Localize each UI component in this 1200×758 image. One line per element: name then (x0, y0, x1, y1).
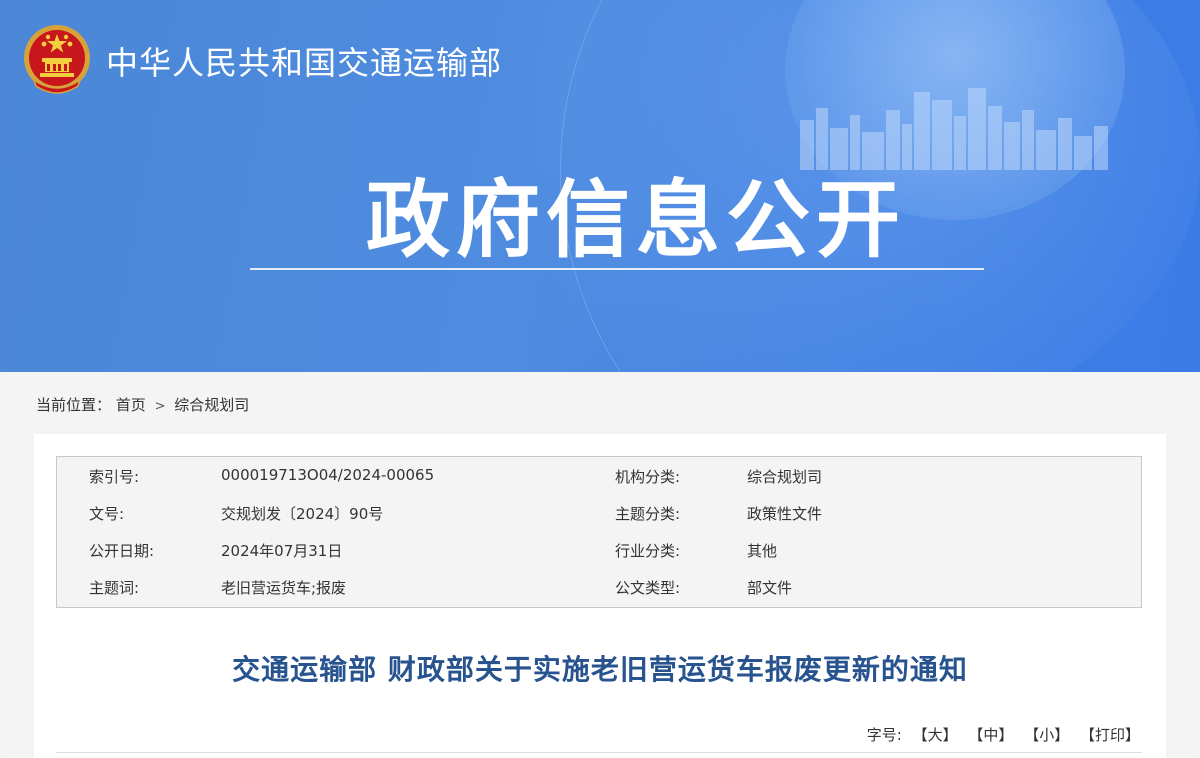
metadata-table: 索引号: 000019713O04/2024-00065 机构分类: 综合规划司… (56, 456, 1142, 608)
meta-value: 其他 (747, 542, 778, 560)
meta-value: 老旧营运货车;报废 (221, 579, 347, 597)
content-divider (56, 752, 1142, 753)
meta-value: 000019713O04/2024-00065 (221, 466, 435, 484)
meta-key: 文号: (89, 505, 125, 523)
metadata-row: 文号: 交规划发〔2024〕90号 主题分类: 政策性文件 (57, 494, 1141, 530)
meta-key: 公文类型: (615, 579, 681, 597)
city-skyline-icon (800, 88, 1108, 170)
article-card: 索引号: 000019713O04/2024-00065 机构分类: 综合规划司… (34, 434, 1166, 758)
meta-value: 2024年07月31日 (221, 542, 343, 560)
font-size-medium-button[interactable]: 【中】 (968, 726, 1013, 744)
meta-key: 索引号: (89, 468, 140, 486)
hero-underline (250, 268, 984, 270)
meta-value: 部文件 (747, 579, 793, 597)
breadcrumb-label: 当前位置： (36, 396, 112, 414)
font-size-controls: 字号: 【大】 【中】 【小】 【打印】 (867, 724, 1140, 745)
meta-value: 交规划发〔2024〕90号 (221, 505, 384, 523)
font-size-label: 字号: (866, 726, 902, 744)
meta-value: 综合规划司 (747, 468, 823, 486)
metadata-row: 主题词: 老旧营运货车;报废 公文类型: 部文件 (57, 568, 1141, 604)
meta-key: 主题词: (89, 579, 140, 597)
meta-key: 公开日期: (89, 542, 155, 560)
breadcrumb-department-link[interactable]: 综合规划司 (174, 396, 249, 414)
document-title: 交通运输部 财政部关于实施老旧营运货车报废更新的通知 (232, 653, 968, 686)
meta-key: 机构分类: (615, 468, 681, 486)
metadata-row: 索引号: 000019713O04/2024-00065 机构分类: 综合规划司 (57, 457, 1141, 493)
meta-key: 主题分类: (615, 505, 681, 523)
breadcrumb-separator: > (154, 399, 166, 414)
meta-key: 行业分类: (615, 542, 681, 560)
font-size-large-button[interactable]: 【大】 (913, 726, 958, 744)
metadata-row: 公开日期: 2024年07月31日 行业分类: 其他 (57, 531, 1141, 567)
site-title[interactable]: 中华人民共和国交通运输部 (106, 38, 502, 84)
breadcrumb: 当前位置： 首页 > 综合规划司 (36, 394, 249, 415)
breadcrumb-home-link[interactable]: 首页 (116, 396, 146, 414)
national-emblem-icon (24, 25, 90, 94)
header-banner: 中华人民共和国交通运输部 政府信息公开 (0, 0, 1200, 372)
meta-value: 政策性文件 (747, 505, 823, 523)
hero-title: 政府信息公开 (366, 171, 907, 269)
font-size-small-button[interactable]: 【小】 (1024, 726, 1069, 744)
print-button[interactable]: 【打印】 (1080, 726, 1140, 744)
content-panel: 当前位置： 首页 > 综合规划司 索引号: 000019713O04/2024-… (4, 372, 1196, 758)
